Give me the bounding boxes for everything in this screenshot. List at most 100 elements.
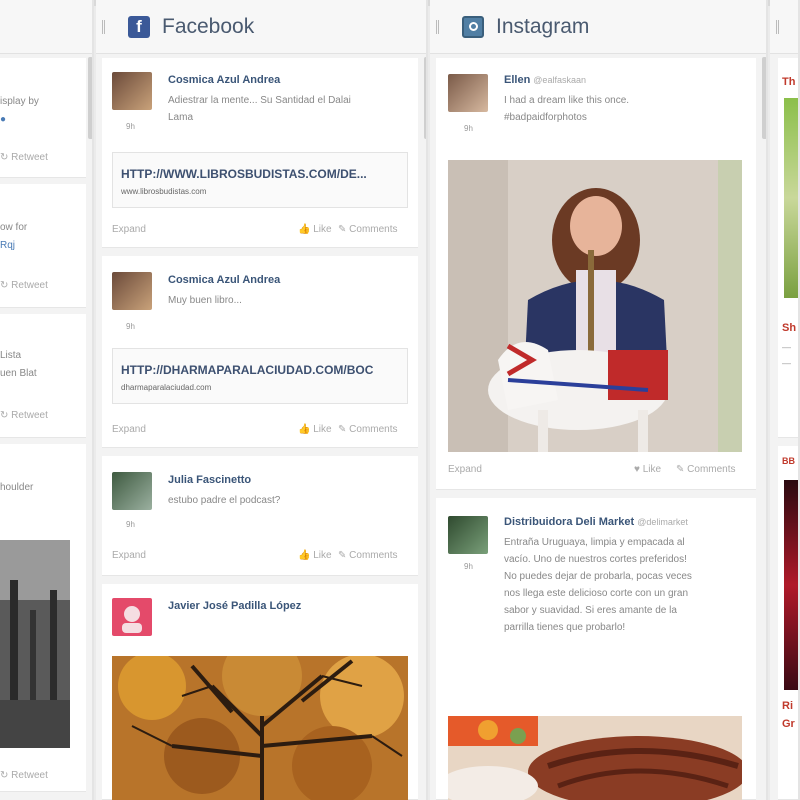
- scrollbar[interactable]: [424, 57, 426, 139]
- column-instagram[interactable]: Instagram 9h Ellen @ealfaskaan I had a dr…: [430, 0, 768, 800]
- expand-button[interactable]: Expand: [448, 464, 482, 475]
- post-text-line: #badpaidforphotos: [504, 112, 587, 123]
- list-item[interactable]: ow for Rqj ↻ Retweet: [0, 184, 86, 308]
- timestamp: 9h: [126, 322, 135, 331]
- girl-on-carousel-horse-photo[interactable]: [448, 160, 742, 452]
- avatar[interactable]: [448, 74, 488, 112]
- post-handle: @ealfaskaan: [533, 75, 586, 85]
- link-preview[interactable]: HTTP://WWW.LIBROSBUDISTAS.COM/DE... www.…: [112, 152, 408, 208]
- timestamp: 9h: [464, 562, 473, 571]
- avatar[interactable]: [112, 472, 152, 510]
- item-title[interactable]: Ri: [782, 700, 793, 712]
- post-text-line: sabor y suavidad. Si eres amante de la: [504, 605, 677, 616]
- user-icon: [122, 606, 142, 633]
- retweet-button[interactable]: ↻ Retweet: [0, 280, 48, 291]
- list-item[interactable]: Lista uen Blat ↻ Retweet: [0, 314, 86, 438]
- avatar[interactable]: [112, 598, 152, 636]
- column-facebook[interactable]: f Facebook 9h Cosmica Azul Andrea Adiest…: [96, 0, 428, 800]
- snippet-link[interactable]: Rqj: [0, 240, 15, 251]
- like-button[interactable]: ♥ Like: [634, 464, 661, 475]
- comments-button[interactable]: ✎ Comments: [338, 550, 398, 561]
- link-url[interactable]: HTTP://WWW.LIBROSBUDISTAS.COM/DE...: [121, 167, 407, 181]
- post-text-line: parrilla tienes que probarlo!: [504, 622, 626, 633]
- expand-button[interactable]: Expand: [112, 424, 146, 435]
- post-text-line: Entraña Uruguaya, limpia y empacada al: [504, 537, 685, 548]
- snippet-text: uen Blat: [0, 368, 37, 379]
- scrollbar[interactable]: [762, 57, 766, 139]
- facebook-icon: f: [128, 15, 150, 38]
- post-card[interactable]: 9h Distribuidora Deli Market @delimarket …: [436, 498, 756, 800]
- column-header: [0, 0, 92, 54]
- link-domain: dharmaparalaciudad.com: [121, 383, 212, 392]
- expand-button[interactable]: Expand: [112, 550, 146, 561]
- post-author[interactable]: Julia Fascinetto: [168, 474, 251, 486]
- list-item[interactable]: isplay by ● ↻ Retweet: [0, 58, 86, 178]
- snippet-text: ow for: [0, 222, 28, 233]
- avatar[interactable]: [112, 272, 152, 310]
- post-card[interactable]: 9h Cosmica Azul Andrea Adiestrar la ment…: [102, 58, 418, 248]
- post-author[interactable]: Ellen @ealfaskaan: [504, 74, 586, 86]
- avatar[interactable]: [112, 72, 152, 110]
- column-header-instagram: Instagram: [430, 0, 766, 54]
- post-text: Adiestrar la mente... Su Santidad el Dal…: [168, 95, 351, 123]
- post-author[interactable]: Distribuidora Deli Market @delimarket: [504, 516, 688, 528]
- link-preview[interactable]: HTTP://DHARMAPARALACIUDAD.COM/BOC dharma…: [112, 348, 408, 404]
- snippet-text: Lista: [0, 350, 22, 361]
- post-text-line: vacío. Uno de nuestros cortes preferidos…: [504, 554, 687, 565]
- drag-handle[interactable]: [102, 19, 110, 34]
- column-header-facebook: f Facebook: [96, 0, 426, 54]
- post-card[interactable]: Javier José Padilla López: [102, 584, 418, 800]
- item-title[interactable]: Sh: [782, 322, 796, 334]
- social-dashboard: isplay by ● ↻ Retweet ow for Rqj ↻ Retwe…: [0, 0, 800, 800]
- retweet-button[interactable]: ↻ Retweet: [0, 770, 48, 781]
- comments-button[interactable]: ✎ Comments: [676, 464, 736, 475]
- post-card[interactable]: 9h Ellen @ealfaskaan I had a dream like t…: [436, 58, 756, 490]
- column-twitter-partial[interactable]: isplay by ● ↻ Retweet ow for Rqj ↻ Retwe…: [0, 0, 94, 800]
- timestamp: 9h: [464, 124, 473, 133]
- like-button[interactable]: 👍 Like: [298, 424, 332, 435]
- snippet-text: houlder: [0, 482, 34, 493]
- item-title[interactable]: Th: [782, 76, 795, 88]
- item-title[interactable]: Gr: [782, 718, 795, 730]
- post-text: Muy buen libro...: [168, 295, 242, 306]
- retweet-button[interactable]: ↻ Retweet: [0, 152, 48, 163]
- column-partial-right[interactable]: Th Sh — — BB Ri Gr: [770, 0, 800, 800]
- expand-button[interactable]: Expand: [112, 224, 146, 235]
- post-text-line: No puedes dejar de probarla, pocas veces: [504, 571, 692, 582]
- list-item[interactable]: houlder ↻ Retweet: [0, 444, 86, 792]
- link-domain: www.librosbudistas.com: [121, 187, 207, 196]
- thumbnail[interactable]: [784, 480, 798, 690]
- timestamp: 9h: [126, 122, 135, 131]
- post-author[interactable]: Javier José Padilla López: [168, 600, 301, 612]
- avatar[interactable]: [448, 516, 488, 554]
- instagram-icon: [462, 15, 484, 38]
- thumbnail[interactable]: [784, 98, 798, 298]
- post-text-line: I had a dream like this once.: [504, 95, 630, 106]
- bw-photo[interactable]: [0, 540, 70, 748]
- steak-photo[interactable]: [448, 716, 742, 800]
- like-button[interactable]: 👍 Like: [298, 224, 332, 235]
- post-author[interactable]: Cosmica Azul Andrea: [168, 274, 280, 286]
- post-card[interactable]: 9h Cosmica Azul Andrea Muy buen libro...…: [102, 256, 418, 448]
- item-title[interactable]: BB: [782, 456, 795, 466]
- post-text-line: nos llega este delicioso corte con un gr…: [504, 588, 689, 599]
- comments-button[interactable]: ✎ Comments: [338, 424, 398, 435]
- comments-button[interactable]: ✎ Comments: [338, 224, 398, 235]
- drag-handle[interactable]: [436, 19, 444, 34]
- column-header: [770, 0, 798, 54]
- post-handle: @delimarket: [637, 517, 688, 527]
- column-title: Instagram: [496, 14, 590, 38]
- list-item[interactable]: Th Sh — —: [778, 58, 798, 438]
- drag-handle[interactable]: [776, 19, 780, 34]
- autumn-tree-photo[interactable]: [112, 656, 408, 800]
- column-title: Facebook: [162, 14, 255, 38]
- scrollbar[interactable]: [88, 57, 92, 139]
- post-author[interactable]: Cosmica Azul Andrea: [168, 74, 280, 86]
- post-card[interactable]: 9h Julia Fascinetto estubo padre el podc…: [102, 456, 418, 576]
- retweet-button[interactable]: ↻ Retweet: [0, 410, 48, 421]
- link-url[interactable]: HTTP://DHARMAPARALACIUDAD.COM/BOC: [121, 363, 407, 377]
- like-button[interactable]: 👍 Like: [298, 550, 332, 561]
- list-item[interactable]: BB Ri Gr: [778, 446, 798, 800]
- snippet-text: isplay by: [0, 96, 39, 107]
- timestamp: 9h: [126, 520, 135, 529]
